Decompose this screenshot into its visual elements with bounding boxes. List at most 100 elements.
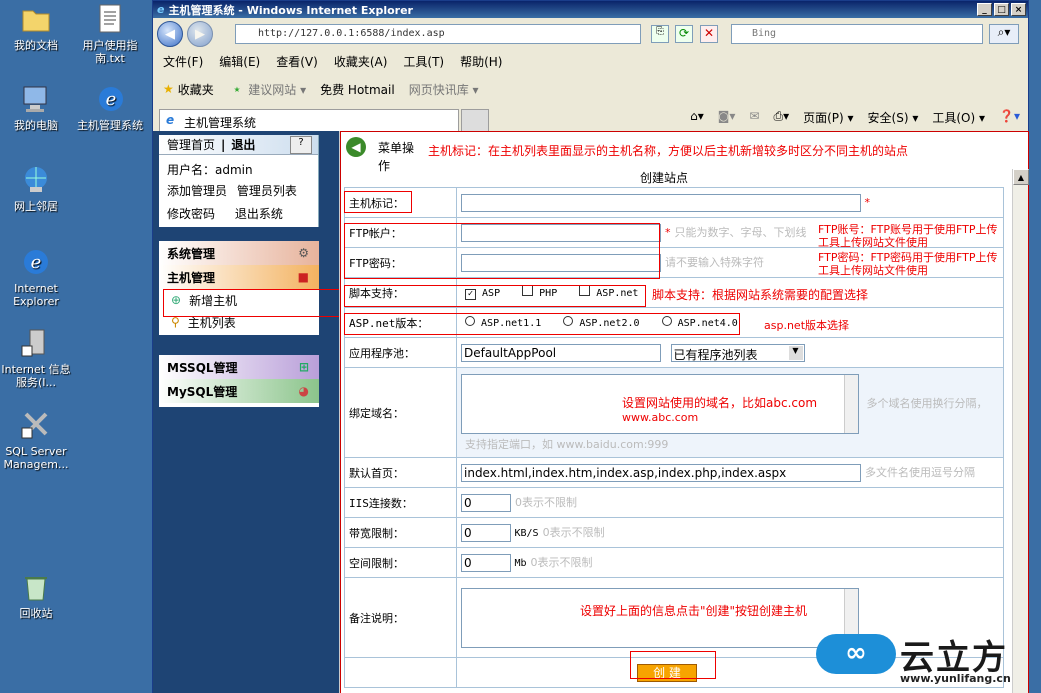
compat-view-icon[interactable]: ⎘ [651, 25, 669, 43]
desktop-icon-label: SQL Server Managem... [3, 445, 69, 471]
favorites-button[interactable]: 收藏夹 [178, 81, 214, 98]
scroll-up-icon[interactable]: ▲ [1013, 169, 1029, 185]
textarea-scrollbar[interactable] [844, 374, 858, 433]
tools-menu[interactable]: 工具(O) ▾ [932, 109, 985, 126]
section-mysql-management[interactable]: MySQL管理 ◕ [159, 379, 319, 403]
suggested-sites-link[interactable]: 建议网站 ▾ [248, 81, 306, 98]
desktop-icon-my-computer[interactable]: 我的电脑 [0, 82, 72, 132]
menu-help[interactable]: 帮助(H) [460, 53, 502, 70]
network-db-icon: ⊞ [298, 360, 309, 374]
desktop-icon-recycle-bin[interactable]: 回收站 [0, 570, 72, 620]
menu-edit[interactable]: 编辑(E) [219, 53, 260, 70]
bandwidth-input[interactable]: 0 [461, 523, 511, 542]
row-default-index: 默认首页： index.html,index.htm,index.asp,ind… [344, 457, 1004, 488]
help-book-icon[interactable]: ? [290, 135, 312, 154]
desktop-icon-iis[interactable]: Internet 信息服务(I... [0, 326, 72, 389]
space-input[interactable]: 0 [461, 553, 511, 572]
mail-icon[interactable]: ✉ [749, 109, 759, 126]
menu-favorites[interactable]: 收藏夹(A) [334, 53, 388, 70]
tab-title: 主机管理系统 [184, 116, 257, 130]
db-menu: MSSQL管理 ⊞ MySQL管理 ◕ [159, 355, 319, 407]
section-host-management[interactable]: 主机管理 ■ [159, 265, 319, 289]
section-system-management[interactable]: 系统管理 ⚙ [159, 241, 319, 265]
forward-button[interactable]: ▶ [187, 21, 213, 47]
menu-tools[interactable]: 工具(T) [403, 53, 444, 70]
username-label: 用户名：admin [167, 163, 253, 177]
desktop-icon-sql-server[interactable]: SQL Server Managem... [0, 408, 72, 471]
annotation-ftp-pass: FTP密码：FTP密码用于使用FTP上传工具上传网站文件使用 [818, 251, 998, 277]
admin-home-link[interactable]: 管理首页 [167, 136, 215, 153]
pie-chart-icon: ◕ [298, 384, 309, 398]
cloud-logo-icon: ∞ [816, 634, 896, 674]
desktop-icon-ie[interactable]: e Internet Explorer [0, 245, 72, 308]
hotmail-link[interactable]: 免费 Hotmail [320, 81, 395, 98]
desktop-icon-network[interactable]: 网上邻居 [0, 163, 72, 213]
change-password-link[interactable]: 修改密码 [167, 207, 215, 221]
ftp-user-required-star: * [665, 225, 671, 239]
section-label: 主机管理 [167, 270, 216, 285]
page-scrollbar[interactable]: ▲ [1012, 169, 1029, 693]
required-star: * [864, 195, 871, 209]
menu-file[interactable]: 文件(F) [163, 53, 203, 70]
home-icon[interactable]: ⌂▾ [690, 109, 704, 126]
app-pool-select[interactable]: 已有程序池列表 ▼ [670, 343, 805, 362]
row-iis-connections: IIS连接数： 0 0表示不限制 [344, 487, 1004, 518]
print-icon[interactable]: ⎙▾ [773, 109, 789, 126]
space-label: 空间限制： [344, 547, 457, 578]
add-admin-link[interactable]: 添加管理员 [167, 184, 227, 198]
annotation-domain: 设置网站使用的域名，比如abc.com [622, 396, 818, 410]
maximize-button[interactable]: □ [994, 3, 1009, 16]
folder-icon [19, 2, 53, 36]
chevron-down-icon: ▼ [788, 345, 803, 360]
gear-icon: ⚙ [298, 246, 309, 260]
section-label: MSSQL管理 [167, 360, 238, 375]
recycle-bin-icon [19, 570, 53, 604]
desktop-icon-label: Internet Explorer [13, 282, 59, 308]
desktop-icon-label: 网上邻居 [14, 200, 58, 213]
ie-shortcut-icon: e [93, 82, 127, 116]
annotation-ftp-user: FTP账号：FTP账号用于使用FTP上传工具上传网站文件使用 [818, 223, 998, 249]
logout-link[interactable]: 退出 [231, 136, 255, 153]
search-input[interactable]: Bing [731, 24, 983, 44]
ie-icon: e [157, 3, 165, 16]
computer-icon [19, 82, 53, 116]
section-mssql-management[interactable]: MSSQL管理 ⊞ [159, 355, 319, 379]
menu-view[interactable]: 查看(V) [276, 53, 318, 70]
host-tag-input[interactable] [461, 193, 861, 212]
admin-list-link[interactable]: 管理员列表 [237, 184, 297, 198]
tab-host-system[interactable]: e 主机管理系统 [159, 109, 459, 131]
domain-port-hint: 支持指定端口，如 www.baidu.com:999 [465, 437, 669, 451]
default-index-input[interactable]: index.html,index.htm,index.asp,index.php… [461, 463, 861, 482]
desktop-icon-user-guide[interactable]: 用户使用指南.txt [74, 2, 146, 65]
section-label: MySQL管理 [167, 384, 238, 399]
left-navigation: 管理首页 | 退出 ? 用户名：admin 添加管理员 管理员列表 修改密码 退… [153, 131, 341, 693]
space-unit: Mb [514, 557, 527, 569]
app-pool-input[interactable]: DefaultAppPool [461, 343, 661, 362]
close-button[interactable]: × [1011, 3, 1026, 16]
refresh-icon[interactable]: ⟳ [675, 25, 693, 43]
back-button[interactable]: ◀ [157, 21, 183, 47]
highlight-new-host [163, 289, 341, 317]
desktop-icon-my-documents[interactable]: 我的文档 [0, 2, 72, 52]
address-bar[interactable]: http://127.0.0.1:6588/index.asp [235, 24, 641, 44]
stop-icon[interactable]: ✕ [700, 25, 718, 43]
desktop-icon-label: 主机管理系统 [77, 119, 143, 132]
row-space: 空间限制： 0 Mb 0表示不限制 [344, 547, 1004, 578]
window-title: 主机管理系统 - Windows Internet Explorer [168, 3, 413, 17]
help-icon[interactable]: ❓▾ [999, 109, 1020, 126]
safety-menu[interactable]: 安全(S) ▾ [868, 109, 919, 126]
exit-system-link[interactable]: 退出系统 [235, 207, 283, 221]
feeds-icon[interactable]: ◙▾ [718, 109, 736, 126]
desktop-icon-label: Internet 信息服务(I... [1, 363, 71, 389]
highlight-ftp [344, 223, 660, 279]
add-favorite-icon[interactable]: ⭑ [234, 82, 240, 97]
new-tab-button[interactable] [461, 109, 489, 131]
webslices-link[interactable]: 网页快讯库 ▾ [409, 81, 479, 98]
iis-input[interactable]: 0 [461, 493, 511, 512]
search-icon[interactable]: ⌕▾ [989, 24, 1019, 44]
desktop-icon-host-system[interactable]: e 主机管理系统 [74, 82, 146, 132]
server-icon [19, 326, 53, 360]
page-menu[interactable]: 页面(P) ▾ [803, 109, 853, 126]
app-pool-select-value: 已有程序池列表 [673, 347, 758, 362]
minimize-button[interactable]: _ [977, 3, 992, 16]
